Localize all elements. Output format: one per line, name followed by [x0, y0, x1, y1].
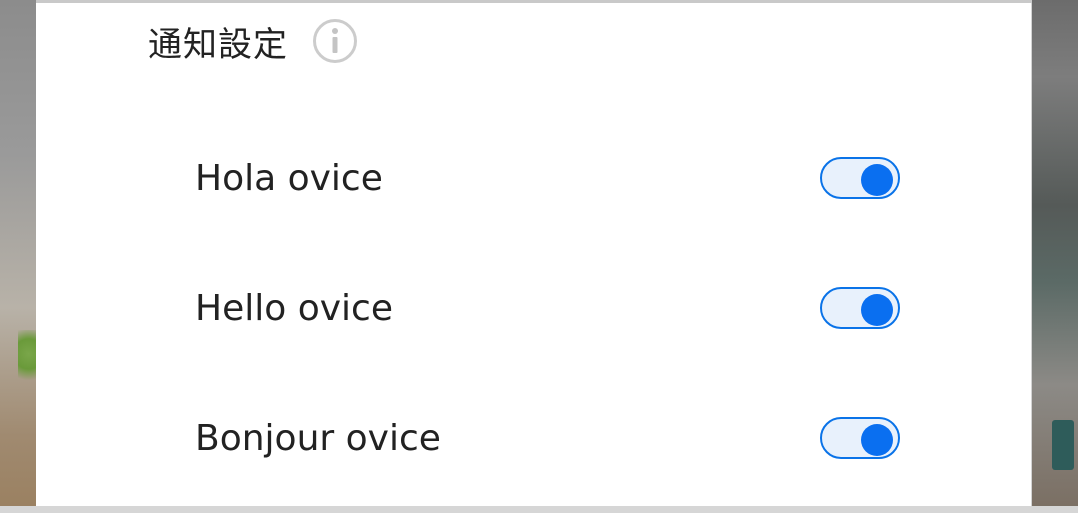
plant-decoration [18, 330, 36, 390]
panel-title: 通知設定 [148, 24, 288, 65]
setting-label: Hello ovice [195, 287, 393, 329]
toggle-knob [861, 294, 893, 326]
setting-label: Hola ovice [195, 157, 383, 199]
background-right [1032, 0, 1078, 513]
toggle-switch-hello[interactable] [820, 287, 900, 329]
notification-settings-panel: 通知設定 Hola ovice Hello ovice Bonjour ovic… [36, 3, 1031, 506]
panel-header: 通知設定 [148, 17, 358, 65]
setting-row-hola: Hola ovice [195, 153, 902, 203]
toggle-knob [861, 424, 893, 456]
toggle-switch-bonjour[interactable] [820, 417, 900, 459]
background-object [1052, 420, 1074, 470]
toggle-switch-hola[interactable] [820, 157, 900, 199]
screen: 通知設定 Hola ovice Hello ovice Bonjour ovic… [0, 0, 1078, 513]
info-icon[interactable] [312, 18, 358, 64]
setting-label: Bonjour ovice [195, 417, 441, 459]
bottom-edge [0, 506, 1078, 513]
setting-row-bonjour: Bonjour ovice [195, 413, 902, 463]
background-left [0, 0, 36, 513]
setting-row-hello: Hello ovice [195, 283, 902, 333]
toggle-knob [861, 164, 893, 196]
